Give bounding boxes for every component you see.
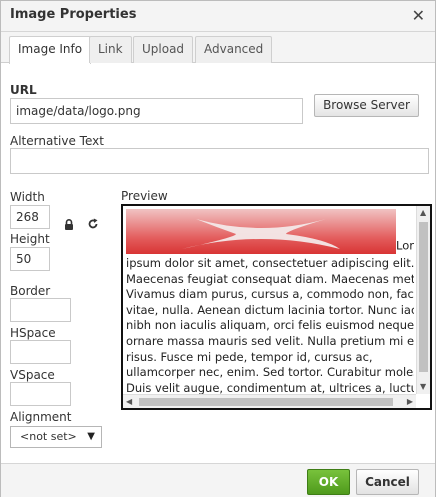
browse-server-button[interactable]: Browse Server (314, 94, 419, 117)
url-label: URL (10, 83, 37, 97)
preview-text-line: ornare massa mauris sed velit. Nulla pre… (126, 333, 414, 348)
preview-text-line: vitae, nulla. Aenean dictum lacinia tort… (126, 302, 414, 317)
preview-label: Preview (121, 189, 168, 203)
alignment-label: Alignment (10, 410, 72, 424)
lock-ratio-icon[interactable] (64, 219, 74, 233)
cancel-button[interactable]: Cancel (356, 469, 419, 495)
hspace-label: HSpace (10, 326, 56, 340)
preview-text-line: Maecenas feugiat consequat diam. Maecena… (126, 271, 414, 286)
preview-vertical-scrollbar[interactable]: ▲ ▼ (416, 206, 430, 394)
preview-text-line: ipsum dolor sit amet, consectetuer adipi… (126, 256, 414, 270)
scroll-right-icon[interactable]: ▶ (407, 397, 413, 407)
vspace-input[interactable] (10, 382, 71, 406)
vspace-label: VSpace (10, 368, 55, 382)
ok-button[interactable]: OK (307, 469, 350, 495)
height-label: Height (10, 232, 50, 246)
tab-image-info[interactable]: Image Info (9, 36, 92, 64)
vertical-scroll-thumb[interactable] (419, 222, 428, 372)
preview-text-line: Vivamus diam purus, cursus a, commodo no… (126, 287, 414, 302)
url-input[interactable]: image/data/logo.png (10, 98, 303, 124)
scroll-up-icon[interactable]: ▲ (420, 208, 426, 218)
horizontal-scroll-thumb[interactable] (139, 398, 393, 406)
width-label: Width (10, 190, 45, 204)
tab-upload[interactable]: Upload (133, 36, 194, 63)
tab-bar: Image Info Link Upload Advanced (1, 32, 435, 64)
logo-preview-image (126, 209, 396, 254)
close-icon[interactable]: ✕ (412, 6, 425, 25)
alt-text-input[interactable] (10, 148, 429, 174)
scroll-down-icon[interactable]: ▼ (420, 382, 426, 392)
image-properties-dialog: Image Properties ✕ Image Info Link Uploa… (0, 0, 436, 497)
dialog-title: Image Properties (10, 7, 137, 22)
hspace-input[interactable] (10, 340, 71, 364)
preview-text-line: ullamcorper nec, enim. Sed tortor. Curab… (126, 365, 414, 380)
chevron-down-icon: ▼ (87, 431, 95, 442)
scroll-left-icon[interactable]: ◀ (126, 397, 132, 407)
reset-size-icon[interactable] (87, 218, 99, 233)
width-input[interactable]: 268 (10, 205, 50, 229)
border-input[interactable] (10, 298, 71, 322)
tab-advanced[interactable]: Advanced (195, 36, 273, 63)
dialog-footer: OK Cancel (1, 463, 435, 497)
height-input[interactable]: 50 (10, 247, 50, 271)
preview-text-line: Duis velit augue, condimentum at, ultric… (126, 380, 414, 395)
border-label: Border (10, 284, 51, 298)
tab-link[interactable]: Link (89, 36, 132, 63)
preview-first-line: Lorem (126, 209, 414, 256)
preview-text-line: risus. Fusce mi pede, tempor id, cursus … (126, 349, 373, 364)
preview-content: Lorem ipsum dolor sit amet, consectetuer… (126, 209, 414, 395)
alt-text-label: Alternative Text (10, 134, 104, 148)
preview-horizontal-scrollbar[interactable]: ◀ ▶ (123, 394, 416, 408)
alignment-select[interactable]: <not set> ▼ (10, 426, 102, 448)
dialog-titlebar[interactable]: Image Properties ✕ (1, 1, 435, 32)
alignment-selected-value: <not set> (20, 430, 77, 443)
preview-text-line: Lorem (396, 238, 414, 253)
preview-text-line: nibh non iaculis aliquam, orci felis eui… (126, 318, 414, 333)
preview-pane[interactable]: Lorem ipsum dolor sit amet, consectetuer… (121, 204, 432, 410)
